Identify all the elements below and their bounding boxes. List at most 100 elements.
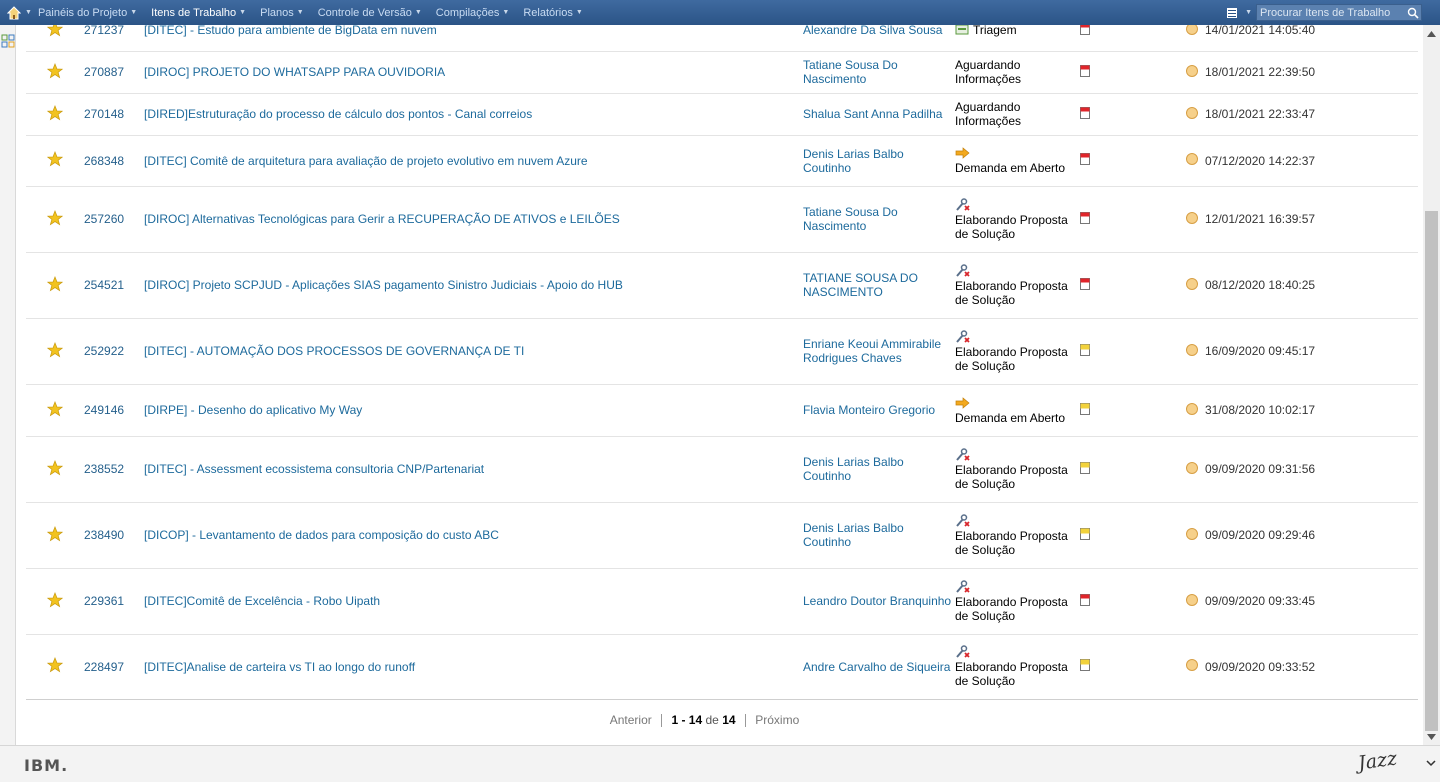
table-row[interactable]: 254521 [DIROC] Projeto SCPJUD - Aplicaçõe… xyxy=(26,252,1418,319)
chevron-down-icon[interactable]: ▼ xyxy=(297,9,304,16)
work-item-id-link[interactable]: 238490 xyxy=(84,528,124,542)
table-row[interactable]: 257260 [DIROC] Alternativas Tecnológicas … xyxy=(26,186,1418,253)
nav-item-1[interactable]: Itens de Trabalho ▼ xyxy=(151,7,246,19)
table-row[interactable]: 229361 [DITEC]Comitê de Excelência - Robo… xyxy=(26,568,1418,635)
work-item-id-link[interactable]: 254521 xyxy=(84,278,124,292)
chevron-down-icon[interactable]: ▼ xyxy=(576,9,583,16)
scroll-down-icon[interactable] xyxy=(1423,728,1440,745)
owner-link[interactable]: Tatiane Sousa Do Nascimento xyxy=(803,205,898,233)
work-item-summary-link[interactable]: [DIROC] Projeto SCPJUD - Aplicações SIAS… xyxy=(144,278,623,292)
chevron-down-icon[interactable]: ▼ xyxy=(502,9,509,16)
search-icon[interactable] xyxy=(1405,5,1421,20)
work-item-summary-link[interactable]: [DITEC]Comitê de Excelência - Robo Uipat… xyxy=(144,594,380,608)
modified-date-cell: 18/01/2021 22:33:47 xyxy=(1205,93,1418,136)
table-row[interactable]: 249146 [DIRPE] - Desenho do aplicativo My… xyxy=(26,384,1418,437)
star-icon[interactable] xyxy=(46,525,64,542)
modified-date: 07/12/2020 14:22:37 xyxy=(1205,153,1316,168)
wrench-icon xyxy=(955,329,971,344)
dashboard-grid-icon[interactable] xyxy=(1,34,15,48)
work-item-summary-link[interactable]: [DICOP] - Levantamento de dados para com… xyxy=(144,528,499,542)
chevron-down-icon[interactable]: ▼ xyxy=(130,9,137,16)
status-label: Elaborando Proposta de Solução xyxy=(955,278,1068,307)
owner-link[interactable]: Flavia Monteiro Gregorio xyxy=(803,403,935,417)
nav-item-5[interactable]: Relatórios ▼ xyxy=(523,7,582,19)
status-cell: Elaborando Proposta de Solução xyxy=(955,568,1075,635)
chevron-down-icon[interactable]: ▼ xyxy=(25,9,32,16)
owner-link[interactable]: Enriane Keoui Ammirabile Rodrigues Chave… xyxy=(803,337,941,365)
owner-link[interactable]: Tatiane Sousa Do Nascimento xyxy=(803,58,898,86)
home-icon[interactable] xyxy=(6,5,22,21)
id-cell: 228497 xyxy=(84,634,144,700)
star-icon[interactable] xyxy=(46,275,64,292)
work-item-summary-link[interactable]: [DITEC] - Assessment ecossistema consult… xyxy=(144,462,484,476)
owner-link[interactable]: TATIANE SOUSA DO NASCIMENTO xyxy=(803,271,918,299)
table-row[interactable]: 268348 [DITEC] Comitê de arquitetura para… xyxy=(26,135,1418,187)
table-row[interactable]: 252922 [DITEC] - AUTOMAÇÃO DOS PROCESSOS … xyxy=(26,318,1418,385)
arrow-right-icon xyxy=(955,396,971,410)
nav-item-0[interactable]: Painéis do Projeto ▼ xyxy=(38,7,137,19)
star-icon[interactable] xyxy=(46,400,64,417)
work-item-summary-link[interactable]: [DIROC] PROJETO DO WHATSAPP PARA OUVIDOR… xyxy=(144,65,445,79)
star-icon[interactable] xyxy=(46,104,64,121)
star-icon[interactable] xyxy=(46,341,64,358)
priority-flag-icon xyxy=(1079,106,1091,120)
search-input[interactable] xyxy=(1257,5,1405,20)
table-row[interactable]: 238490 [DICOP] - Levantamento de dados pa… xyxy=(26,502,1418,569)
table-row[interactable]: 238552 [DITEC] - Assessment ecossistema c… xyxy=(26,436,1418,503)
nav-item-3[interactable]: Controle de Versão ▼ xyxy=(318,7,422,19)
chevron-down-icon[interactable]: ▼ xyxy=(415,9,422,16)
wrench-icon xyxy=(955,447,971,462)
work-item-summary-link[interactable]: [DITEC] - AUTOMAÇÃO DOS PROCESSOS DE GOV… xyxy=(144,344,524,358)
pager-previous[interactable]: Anterior xyxy=(610,713,652,727)
work-item-id-link[interactable]: 252922 xyxy=(84,344,124,358)
star-icon[interactable] xyxy=(46,25,64,37)
nav-item-2[interactable]: Planos ▼ xyxy=(260,7,304,19)
chevron-down-icon[interactable]: ▼ xyxy=(239,9,246,16)
work-item-id-link[interactable]: 268348 xyxy=(84,154,124,168)
table-row[interactable]: 271237 [DITEC] - Estudo para ambiente de … xyxy=(26,25,1418,52)
pager-next[interactable]: Próximo xyxy=(755,713,799,727)
owner-link[interactable]: Denis Larias Balbo Coutinho xyxy=(803,455,904,483)
owner-link[interactable]: Denis Larias Balbo Coutinho xyxy=(803,147,904,175)
owner-link[interactable]: Alexandre Da Silva Sousa xyxy=(803,25,942,37)
chevron-down-icon[interactable]: ▼ xyxy=(1245,9,1252,16)
work-item-id-link[interactable]: 238552 xyxy=(84,462,124,476)
work-item-summary-link[interactable]: [DIRPE] - Desenho do aplicativo My Way xyxy=(144,403,362,417)
status-label: Aguardando Informações xyxy=(955,58,1022,86)
table-row[interactable]: 270887 [DIROC] PROJETO DO WHATSAPP PARA O… xyxy=(26,51,1418,94)
work-item-summary-link[interactable]: [DIRED]Estruturação do processo de cálcu… xyxy=(144,107,532,121)
owner-link[interactable]: Leandro Doutor Branquinho xyxy=(803,594,951,608)
star-icon[interactable] xyxy=(46,209,64,226)
work-item-id-link[interactable]: 249146 xyxy=(84,403,124,417)
owner-link[interactable]: Shalua Sant Anna Padilha xyxy=(803,107,942,121)
priority-flag-icon xyxy=(1079,64,1091,78)
list-view-icon[interactable] xyxy=(1226,7,1238,19)
id-cell: 271237 xyxy=(84,25,144,52)
work-item-summary-link[interactable]: [DIROC] Alternativas Tecnológicas para G… xyxy=(144,212,620,226)
work-item-id-link[interactable]: 228497 xyxy=(84,660,124,674)
work-item-id-link[interactable]: 229361 xyxy=(84,594,124,608)
owner-link[interactable]: Andre Carvalho de Siqueira xyxy=(803,660,950,674)
table-row[interactable]: 228497 [DITEC]Analise de carteira vs TI a… xyxy=(26,634,1418,700)
table-row[interactable]: 270148 [DIRED]Estruturação do processo de… xyxy=(26,93,1418,136)
scroll-up-icon[interactable] xyxy=(1423,25,1440,42)
work-item-summary-link[interactable]: [DITEC] - Estudo para ambiente de BigDat… xyxy=(144,25,437,37)
modified-date-cell: 09/09/2020 09:29:46 xyxy=(1205,502,1418,569)
pagination: Anterior 1 - 14 de 14 Próximo xyxy=(16,713,1408,728)
work-item-id-link[interactable]: 270148 xyxy=(84,107,124,121)
work-item-id-link[interactable]: 270887 xyxy=(84,65,124,79)
nav-item-4[interactable]: Compilações ▼ xyxy=(436,7,510,19)
star-icon[interactable] xyxy=(46,459,64,476)
scrollbar-thumb[interactable] xyxy=(1425,211,1438,731)
star-icon[interactable] xyxy=(46,62,64,79)
chevron-down-icon[interactable] xyxy=(1426,756,1436,770)
work-item-id-link[interactable]: 271237 xyxy=(84,25,124,37)
work-item-summary-link[interactable]: [DITEC] Comitê de arquitetura para avali… xyxy=(144,154,588,168)
work-item-id-link[interactable]: 257260 xyxy=(84,212,124,226)
work-item-summary-link[interactable]: [DITEC]Analise de carteira vs TI ao long… xyxy=(144,660,415,674)
owner-link[interactable]: Denis Larias Balbo Coutinho xyxy=(803,521,904,549)
star-icon[interactable] xyxy=(46,657,64,673)
star-icon[interactable] xyxy=(46,151,64,167)
star-icon[interactable] xyxy=(46,591,64,608)
vertical-scrollbar[interactable] xyxy=(1423,25,1440,745)
